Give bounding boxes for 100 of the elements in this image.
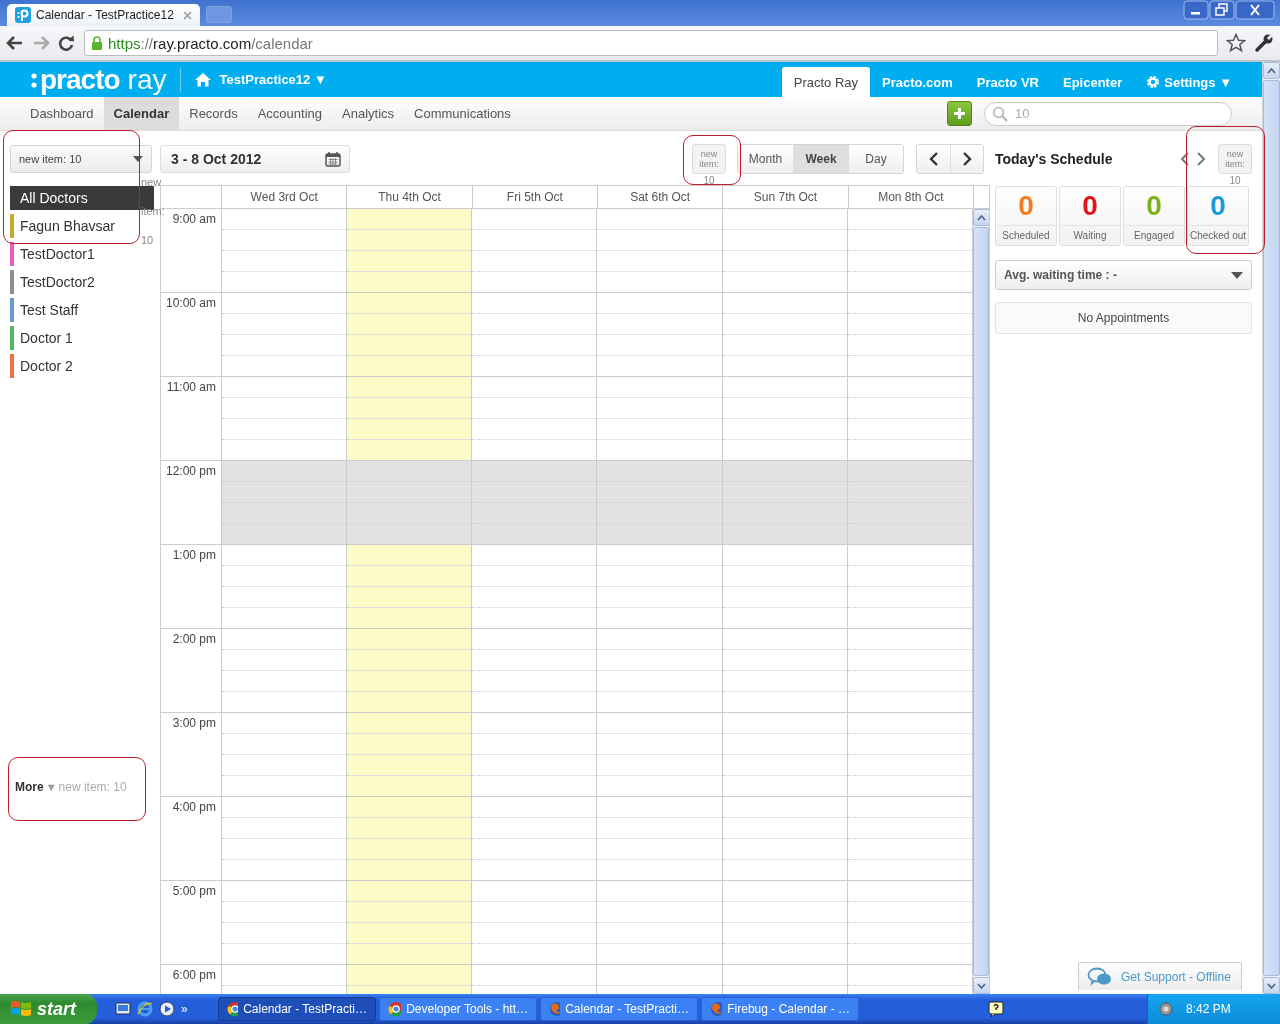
close-window-icon[interactable] bbox=[1235, 0, 1275, 20]
time-label: 2:00 pm bbox=[161, 629, 221, 713]
search-field[interactable]: 10 bbox=[984, 101, 1232, 126]
stat-label: Engaged bbox=[1124, 225, 1184, 245]
start-button[interactable]: start bbox=[0, 994, 97, 1024]
item-dropdown[interactable]: new item: 10 bbox=[10, 145, 152, 173]
scroll-up-button[interactable] bbox=[1263, 62, 1280, 79]
stat-card[interactable]: 0 Waiting bbox=[1059, 186, 1121, 246]
back-icon[interactable] bbox=[6, 35, 24, 51]
nav-tab[interactable]: Dashboard bbox=[20, 96, 104, 131]
taskbar-button[interactable]: Firebug - Calendar - … bbox=[701, 997, 859, 1021]
annotation-box bbox=[683, 135, 741, 185]
overflow-chevron[interactable]: » bbox=[181, 1002, 188, 1016]
time-label: 12:00 pm bbox=[161, 461, 221, 545]
stat-count: 0 bbox=[1081, 189, 1099, 223]
alt-text: new item: 10 bbox=[58, 780, 127, 794]
scroll-up-button[interactable] bbox=[973, 209, 989, 226]
minimize-icon[interactable] bbox=[1183, 0, 1209, 20]
image-caption: 10 bbox=[702, 175, 716, 186]
caret-icon bbox=[1231, 271, 1243, 279]
time-label: 5:00 pm bbox=[161, 881, 221, 965]
header-tab[interactable]: Practo Ray bbox=[781, 67, 871, 97]
close-icon[interactable] bbox=[183, 10, 192, 20]
chevron-down-icon bbox=[1267, 982, 1276, 989]
clock: 8:42 PM bbox=[1186, 1002, 1231, 1016]
wrench-icon[interactable] bbox=[1254, 33, 1274, 53]
more-link[interactable]: More bbox=[15, 780, 44, 794]
reload-icon[interactable] bbox=[58, 35, 76, 51]
chrome-icon bbox=[227, 1001, 239, 1017]
doctor-item[interactable]: Doctor 2 bbox=[10, 354, 154, 378]
scroll-down-button[interactable] bbox=[973, 977, 989, 994]
day-header: Thu 4th Oct bbox=[346, 186, 472, 208]
day-header: Mon 8th Oct bbox=[847, 186, 973, 208]
windows-flag-icon bbox=[10, 999, 32, 1019]
help-icon[interactable] bbox=[988, 1001, 1004, 1017]
plus-icon bbox=[953, 107, 966, 120]
chevron-down-icon bbox=[977, 982, 986, 989]
lock-icon bbox=[91, 35, 103, 51]
nav-tab[interactable]: Calendar bbox=[103, 96, 180, 131]
stat-count: 0 bbox=[1209, 189, 1227, 223]
waiting-time-dropdown[interactable]: Avg. waiting time : - bbox=[995, 260, 1252, 290]
time-label: 10:00 am bbox=[161, 293, 221, 377]
taskbar-button[interactable]: Developer Tools - htt… bbox=[379, 997, 537, 1021]
desktop-icon[interactable] bbox=[115, 1001, 131, 1017]
stat-label: Checked out bbox=[1188, 225, 1248, 245]
stat-label: Scheduled bbox=[996, 225, 1056, 245]
nav-tab[interactable]: Records bbox=[179, 96, 248, 131]
add-button[interactable] bbox=[947, 101, 972, 126]
doctor-item[interactable]: Doctor 1 bbox=[10, 326, 154, 350]
date-range-picker[interactable]: 3 - 8 Oct 2012 bbox=[160, 145, 350, 173]
stat-card[interactable]: 0 Checked out bbox=[1187, 186, 1249, 246]
time-label: 1:00 pm bbox=[161, 545, 221, 629]
browser-e-icon[interactable] bbox=[137, 1001, 153, 1017]
stat-card[interactable]: 0 Engaged bbox=[1123, 186, 1185, 246]
scrollbar-thumb[interactable] bbox=[973, 227, 989, 976]
chrome-icon bbox=[388, 1001, 402, 1017]
browser-tab[interactable]: Calendar - TestPractice12 bbox=[7, 4, 200, 26]
restore-icon[interactable] bbox=[1209, 0, 1235, 20]
stat-card[interactable]: 0 Scheduled bbox=[995, 186, 1057, 246]
taskbar-button[interactable]: Calendar - TestPracti… bbox=[218, 997, 376, 1021]
time-label: 3:00 pm bbox=[161, 713, 221, 797]
scrollbar-thumb[interactable] bbox=[1263, 80, 1280, 976]
prev-next-arrows-icon[interactable] bbox=[1180, 152, 1206, 166]
logo-text: practo bbox=[40, 63, 120, 96]
view-button[interactable]: Month bbox=[738, 145, 793, 173]
stat-label: Waiting bbox=[1060, 225, 1120, 245]
nav-tab[interactable]: Accounting bbox=[247, 96, 332, 131]
day-header: Fri 5th Oct bbox=[471, 186, 597, 208]
next-button[interactable] bbox=[950, 145, 983, 173]
previous-button[interactable] bbox=[917, 145, 950, 173]
schedule-title: Today's Schedule bbox=[995, 151, 1113, 167]
doctor-item[interactable]: TestDoctor2 bbox=[10, 270, 154, 294]
media-player-icon[interactable] bbox=[159, 1001, 175, 1017]
settings-icon bbox=[1146, 75, 1161, 89]
search-icon bbox=[992, 105, 1008, 122]
chevron-left-icon bbox=[928, 152, 939, 166]
nav-tab[interactable]: Communications bbox=[404, 96, 521, 131]
favicon-icon bbox=[15, 7, 31, 23]
time-label: 9:00 am bbox=[161, 209, 221, 293]
address-field[interactable]: https://ray.practo.com/calendar bbox=[84, 30, 1218, 56]
time-label: 11:00 am bbox=[161, 377, 221, 461]
home-icon[interactable] bbox=[195, 72, 212, 87]
speaker-icon[interactable] bbox=[1158, 1001, 1174, 1017]
caret-icon bbox=[133, 156, 143, 162]
chevron-up-icon bbox=[1267, 67, 1276, 74]
scroll-down-button[interactable] bbox=[1263, 977, 1280, 994]
chat-bubbles-icon bbox=[1087, 966, 1113, 987]
empty-message: No Appointments bbox=[995, 302, 1252, 334]
doctor-item[interactable]: Test Staff bbox=[10, 298, 154, 322]
star-icon[interactable] bbox=[1226, 33, 1246, 53]
day-header: Sat 6th Oct bbox=[597, 186, 723, 208]
nav-tab[interactable]: Analytics bbox=[332, 96, 405, 131]
view-button[interactable]: Week bbox=[793, 145, 848, 173]
calendar-icon bbox=[325, 151, 341, 167]
view-button[interactable]: Day bbox=[848, 145, 903, 173]
tab-title: Calendar - TestPractice12 bbox=[36, 8, 175, 22]
stat-count: 0 bbox=[1145, 189, 1163, 223]
time-label: 4:00 pm bbox=[161, 797, 221, 881]
chevron-right-icon bbox=[962, 152, 972, 166]
taskbar-button[interactable]: Calendar - TestPracti… bbox=[540, 997, 698, 1021]
